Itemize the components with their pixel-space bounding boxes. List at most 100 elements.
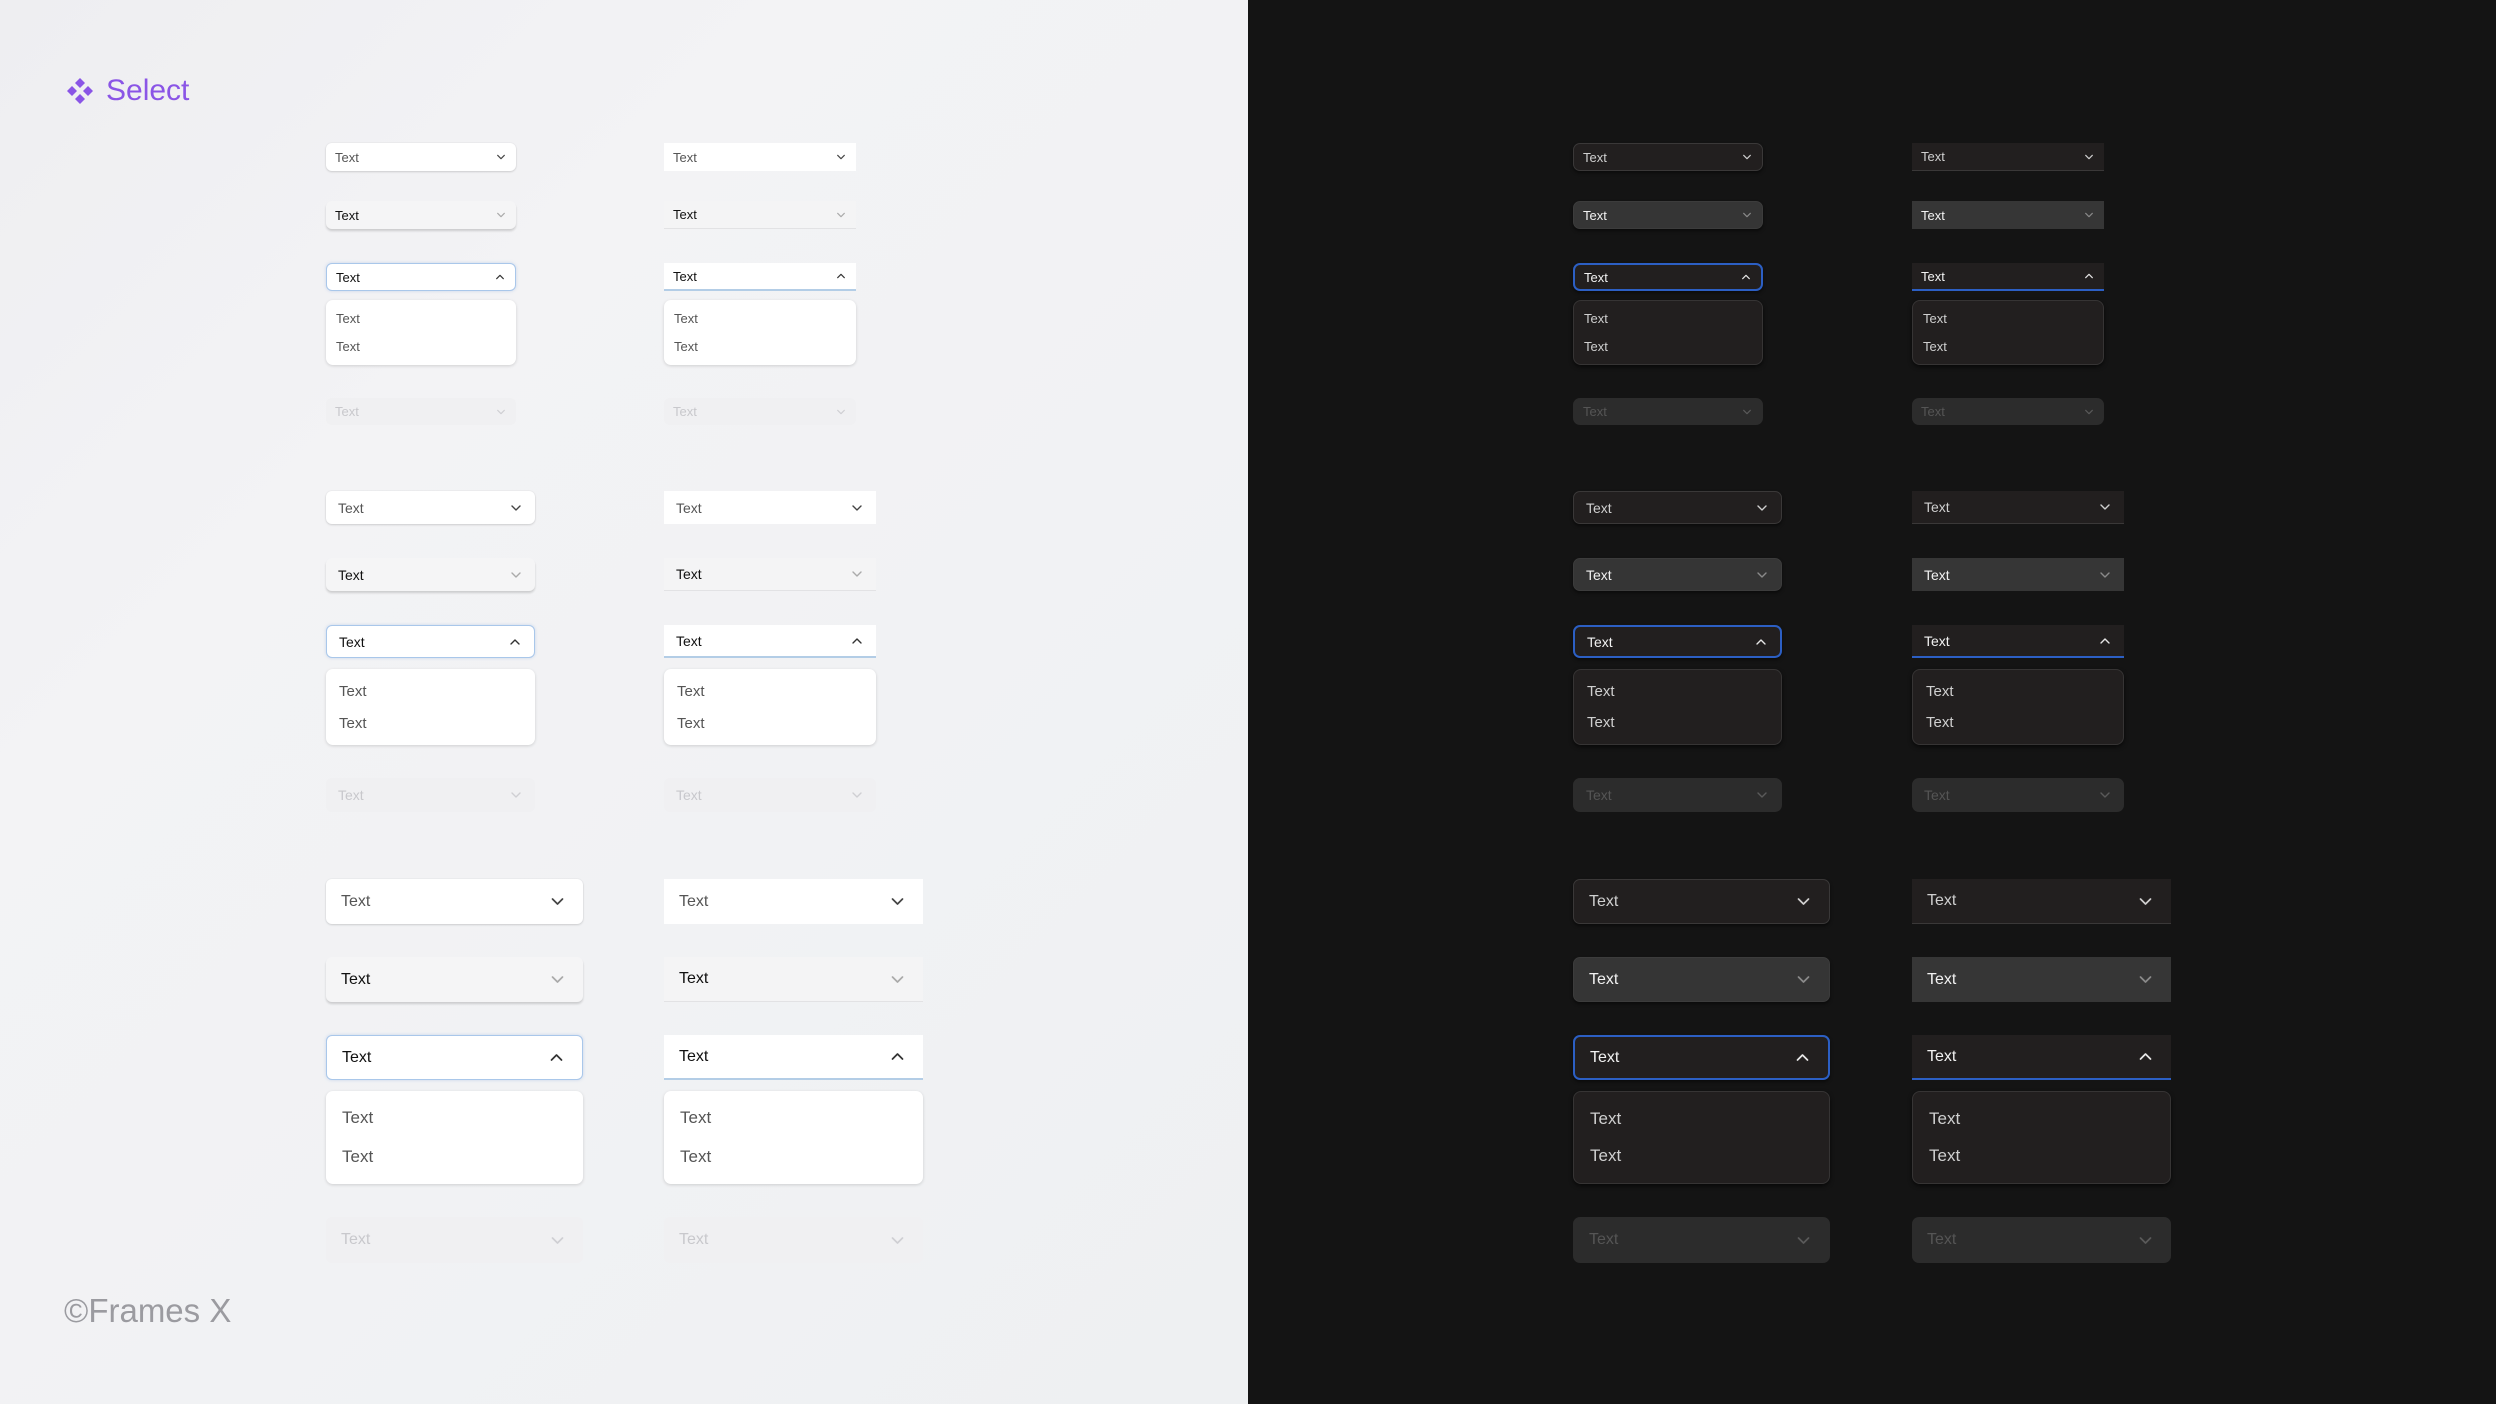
dark-outlined-large-select-hover[interactable]: Text [1573,957,1830,1002]
light-outlined-small-select-default[interactable]: Text [326,143,516,171]
chevron-down-icon [890,894,905,909]
light-filled-medium-select-default[interactable]: Text [664,491,876,524]
dropdown-option[interactable]: Text [1923,339,2093,354]
dropdown-option[interactable]: Text [1590,1109,1813,1129]
select-value: Text [335,207,359,223]
dark-outlined-large-select-default[interactable]: Text [1573,879,1830,924]
dropdown-option[interactable]: Text [1587,683,1768,700]
dark-filled-large-select-focus[interactable]: Text [1912,1035,2171,1080]
dropdown-option[interactable]: Text [1926,714,2110,731]
dropdown-option[interactable]: Text [339,715,522,732]
dark-outlined-large-select-disabled: Text [1573,1217,1830,1263]
chevron-down-icon [550,894,565,909]
select-value: Text [676,499,702,516]
dark-outlined-small-dropdown-menu: Text Text [1573,300,1763,365]
chevron-down-icon [1756,502,1768,514]
dark-filled-medium-select-focus[interactable]: Text [1912,625,2124,658]
dropdown-option[interactable]: Text [674,339,846,354]
dropdown-option[interactable]: Text [674,311,846,326]
light-outlined-medium-select-focus[interactable]: Text [326,625,535,658]
select-value: Text [1921,268,1945,284]
chevron-down-icon [510,569,522,581]
light-filled-medium-select-hover[interactable]: Text [664,558,876,591]
dark-outlined-small-select-default[interactable]: Text [1573,143,1763,171]
dropdown-option[interactable]: Text [677,715,863,732]
chevron-down-icon [851,789,863,801]
light-outlined-large-select-hover[interactable]: Text [326,957,583,1002]
dark-outlined-medium-select-disabled: Text [1573,778,1782,812]
dark-outlined-large-select-focus[interactable]: Text [1573,1035,1830,1080]
chevron-up-icon [1741,272,1751,282]
select-value: Text [1590,1048,1620,1066]
dark-filled-large-select-default[interactable]: Text [1912,879,2171,924]
light-outlined-small-select-disabled: Text [326,398,516,425]
dark-outlined-medium-select-hover[interactable]: Text [1573,558,1782,591]
dropdown-option[interactable]: Text [680,1108,907,1128]
light-outlined-medium-select-default[interactable]: Text [326,491,535,524]
light-outlined-medium-dropdown-menu: Text Text [326,669,535,745]
dark-outlined-small-select-hover[interactable]: Text [1573,201,1763,229]
dark-outlined-medium-select-default[interactable]: Text [1573,491,1782,524]
light-filled-small-select-focus[interactable]: Text [664,263,856,291]
dropdown-option[interactable]: Text [342,1108,567,1128]
dark-filled-small-select-default[interactable]: Text [1912,143,2104,171]
light-filled-large-dropdown-menu: Text Text [664,1091,923,1184]
select-value: Text [679,970,709,987]
dropdown-option[interactable]: Text [1587,714,1768,731]
dropdown-option[interactable]: Text [677,683,863,700]
light-filled-large-select-disabled: Text [664,1217,923,1263]
light-filled-small-select-default[interactable]: Text [664,143,856,171]
dropdown-option[interactable]: Text [1929,1146,2154,1166]
dropdown-option[interactable]: Text [1590,1146,1813,1166]
chevron-down-icon [510,502,522,514]
light-outlined-large-select-default[interactable]: Text [326,879,583,924]
light-outlined-small-select-hover[interactable]: Text [326,201,516,229]
chevron-down-icon [550,972,565,987]
dark-outlined-small-select-focus[interactable]: Text [1573,263,1763,291]
dropdown-option[interactable]: Text [1584,311,1752,326]
select-value: Text [1921,149,1945,164]
dark-filled-medium-select-default[interactable]: Text [1912,491,2124,524]
dropdown-option[interactable]: Text [342,1147,567,1167]
dropdown-option[interactable]: Text [1926,683,2110,700]
light-filled-large-select-focus[interactable]: Text [664,1035,923,1080]
chevron-up-icon [549,1050,564,1065]
dark-filled-medium-select-hover[interactable]: Text [1912,558,2124,591]
select-value: Text [673,404,697,419]
title-text: Select [106,74,190,107]
select-value: Text [679,892,709,910]
dropdown-option[interactable]: Text [680,1147,907,1167]
select-value: Text [676,787,702,803]
select-value: Text [1924,566,1950,583]
light-outlined-small-select-focus[interactable]: Text [326,263,516,291]
light-filled-medium-select-focus[interactable]: Text [664,625,876,658]
light-filled-small-dropdown-menu: Text Text [664,300,856,365]
chevron-up-icon [509,636,521,648]
dropdown-option[interactable]: Text [1923,311,2093,326]
dropdown-option[interactable]: Text [336,339,506,354]
chevron-down-icon [496,152,506,162]
chevron-down-icon [836,152,846,162]
dark-filled-small-select-focus[interactable]: Text [1912,263,2104,291]
light-filled-small-select-hover[interactable]: Text [664,201,856,229]
dark-filled-large-select-hover[interactable]: Text [1912,957,2171,1002]
dark-outlined-medium-select-focus[interactable]: Text [1573,625,1782,658]
light-outlined-medium-select-hover[interactable]: Text [326,558,535,591]
chevron-up-icon [2138,1049,2153,1064]
dropdown-option[interactable]: Text [1584,339,1752,354]
select-value: Text [1589,892,1619,910]
chevron-up-icon [851,635,863,647]
select-value: Text [339,633,365,650]
dark-filled-small-select-hover[interactable]: Text [1912,201,2104,229]
dropdown-option[interactable]: Text [336,311,506,326]
light-outlined-large-select-focus[interactable]: Text [326,1035,583,1080]
select-value: Text [341,970,371,988]
chevron-up-icon [1755,636,1767,648]
dropdown-option[interactable]: Text [339,683,522,700]
light-filled-small-select-disabled: Text [664,398,856,425]
light-filled-large-select-hover[interactable]: Text [664,957,923,1002]
chevron-down-icon [1742,407,1752,417]
chevron-down-icon [2138,972,2153,987]
light-filled-large-select-default[interactable]: Text [664,879,923,924]
dropdown-option[interactable]: Text [1929,1109,2154,1129]
